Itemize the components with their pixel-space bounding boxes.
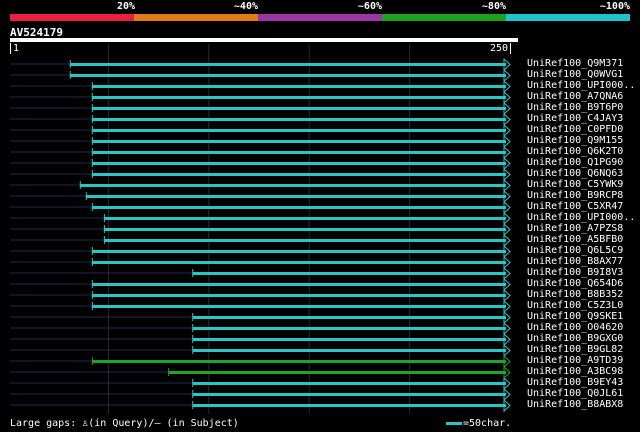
- hit-bar[interactable]: [192, 272, 506, 275]
- hit-bar[interactable]: [92, 305, 506, 308]
- hit-label-link[interactable]: UniRef100_Q6NQ63: [527, 168, 623, 179]
- hit-label-link[interactable]: UniRef100_O04620: [527, 322, 623, 333]
- hit-bar[interactable]: [92, 140, 506, 143]
- hit-label-link[interactable]: UniRef100_C5Z3L0: [527, 300, 623, 311]
- hit-label-link[interactable]: UniRef100_A9TD39: [527, 355, 623, 366]
- hit-label-link[interactable]: UniRef100_B8B352: [527, 289, 623, 300]
- hit-bar[interactable]: [192, 393, 506, 396]
- hit-label-link[interactable]: UniRef100_Q0WVG1: [527, 69, 623, 80]
- hit-label-link[interactable]: UniRef100_C0PFD0: [527, 124, 623, 135]
- hit-label-link[interactable]: UniRef100_B8AX77: [527, 256, 623, 267]
- hit-bar[interactable]: [92, 96, 506, 99]
- hit-label-link[interactable]: UniRef100_Q9M155: [527, 135, 623, 146]
- scale-legend: =50char.: [446, 418, 511, 429]
- hit-bar[interactable]: [70, 63, 506, 66]
- hit-bar[interactable]: [92, 162, 506, 165]
- hit-bar[interactable]: [192, 327, 506, 330]
- hit-label-link[interactable]: UniRef100_Q1PG90: [527, 157, 623, 168]
- hit-bar[interactable]: [168, 371, 507, 374]
- hit-bar[interactable]: [92, 261, 506, 264]
- hit-label-link[interactable]: UniRef100_Q6L5C9: [527, 245, 623, 256]
- hit-label-link[interactable]: UniRef100_UPI000..: [527, 212, 635, 223]
- hit-bar[interactable]: [70, 74, 506, 77]
- hit-label-link[interactable]: UniRef100_A7QNA6: [527, 91, 623, 102]
- hit-bar[interactable]: [104, 228, 507, 231]
- hit-label-link[interactable]: UniRef100_Q0JL61: [527, 388, 623, 399]
- hit-bar[interactable]: [86, 195, 506, 198]
- hit-bar[interactable]: [92, 85, 506, 88]
- hit-bar[interactable]: [92, 173, 506, 176]
- hit-bar[interactable]: [92, 151, 506, 154]
- hit-label-link[interactable]: UniRef100_A3BC98: [527, 366, 623, 377]
- hit-label-link[interactable]: UniRef100_B8ABX8: [527, 399, 623, 410]
- hit-label-link[interactable]: UniRef100_B9GL82: [527, 344, 623, 355]
- hit-bar[interactable]: [192, 382, 506, 385]
- hit-label-link[interactable]: UniRef100_Q6K2T0: [527, 146, 623, 157]
- hit-bar[interactable]: [92, 129, 506, 132]
- hit-label-link[interactable]: UniRef100_B9EY43: [527, 377, 623, 388]
- hit-label-link[interactable]: UniRef100_B9GXG0: [527, 333, 623, 344]
- hit-bar[interactable]: [192, 349, 506, 352]
- hit-bar[interactable]: [192, 404, 506, 407]
- large-gaps-legend: Large gaps: ♙(in Query)/– (in Subject): [10, 418, 239, 429]
- hit-bar[interactable]: [92, 206, 506, 209]
- hit-label-link[interactable]: UniRef100_B9I8V3: [527, 267, 623, 278]
- hit-bar[interactable]: [104, 217, 507, 220]
- hit-bar[interactable]: [192, 338, 506, 341]
- hit-bar[interactable]: [104, 239, 507, 242]
- hit-bar[interactable]: [92, 250, 506, 253]
- hit-label-link[interactable]: UniRef100_C5XR47: [527, 201, 623, 212]
- hit-label-link[interactable]: UniRef100_C4JAY3: [527, 113, 623, 124]
- hit-bar[interactable]: [92, 360, 506, 363]
- hit-bar[interactable]: [92, 294, 506, 297]
- hit-bar[interactable]: [92, 118, 506, 121]
- hit-label-link[interactable]: UniRef100_Q9SKE1: [527, 311, 623, 322]
- scale-swatch: [446, 421, 462, 425]
- hit-label-link[interactable]: UniRef100_A7PZS8: [527, 223, 623, 234]
- hit-label-link[interactable]: UniRef100_Q654D6: [527, 278, 623, 289]
- hit-label-link[interactable]: UniRef100_A5BFB0: [527, 234, 623, 245]
- hit-label-link[interactable]: UniRef100_B9RCP8: [527, 190, 623, 201]
- scale-legend-text: =50char.: [463, 418, 512, 429]
- hit-label-link[interactable]: UniRef100_Q9M371: [527, 58, 623, 69]
- hit-label-link[interactable]: UniRef100_C5YWK9: [527, 179, 623, 190]
- hit-bar[interactable]: [92, 107, 506, 110]
- hit-label-link[interactable]: UniRef100_B9T6P0: [527, 102, 623, 113]
- hit-bar[interactable]: [80, 184, 506, 187]
- hit-label-link[interactable]: UniRef100_UPI000..: [527, 80, 635, 91]
- hit-bar[interactable]: [192, 316, 506, 319]
- hit-bar[interactable]: [92, 283, 506, 286]
